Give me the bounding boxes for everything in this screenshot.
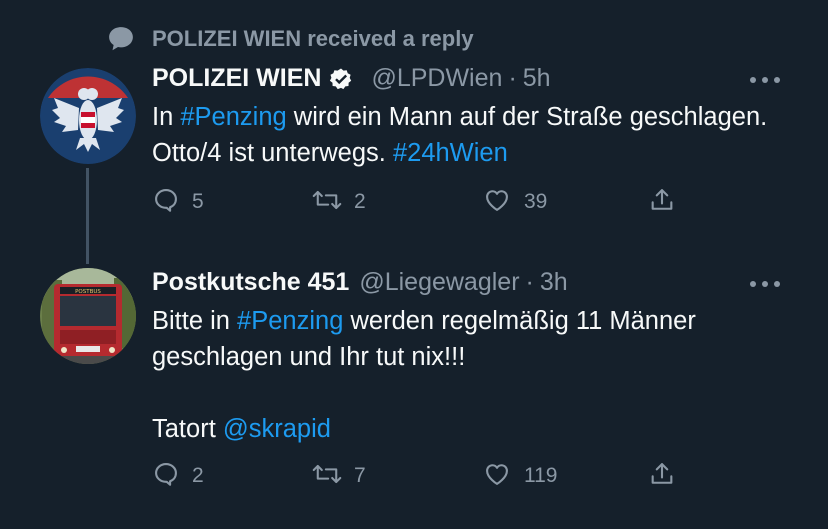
more-options-icon[interactable] <box>748 272 782 296</box>
heart-icon <box>482 460 512 493</box>
tweet-text-segment: Tatort <box>152 415 223 443</box>
reply-icon <box>152 460 180 493</box>
hashtag-link[interactable]: #Penzing <box>237 307 343 335</box>
share-button[interactable] <box>648 456 676 496</box>
tweet-text: Bitte in #Penzing werden regelmäßig 11 M… <box>152 303 752 447</box>
bus-destination-sign: POSTBUS <box>75 289 101 295</box>
tweet-header: Postkutsche 451 @Liegewagler · 3h <box>152 268 568 297</box>
separator-dot: · <box>525 268 534 296</box>
reply-count: 2 <box>192 464 204 487</box>
tweet-postkutsche[interactable]: POSTBUS Postkutsche 451 @Liegewagler · 3… <box>0 0 828 529</box>
retweet-count: 7 <box>354 464 366 487</box>
display-name[interactable]: Postkutsche 451 <box>152 268 349 297</box>
avatar-postkutsche[interactable]: POSTBUS <box>40 268 136 364</box>
tweet-paragraph: Bitte in #Penzing werden regelmäßig 11 M… <box>152 303 752 375</box>
like-count: 119 <box>524 464 558 487</box>
reply-button[interactable]: 2 <box>152 456 204 496</box>
user-handle[interactable]: @Liegewagler <box>359 268 519 297</box>
share-icon <box>648 460 676 493</box>
tweet-text-segment: Bitte in <box>152 307 238 335</box>
tweet-paragraph: Tatort @skrapid <box>152 411 752 447</box>
retweet-button[interactable]: 7 <box>312 456 366 496</box>
retweet-icon <box>312 460 342 493</box>
mention-link[interactable]: @skrapid <box>223 415 331 443</box>
tweet-actions: 2 7 119 <box>152 456 712 496</box>
like-button[interactable]: 119 <box>482 456 557 496</box>
timestamp[interactable]: 3h <box>540 268 568 297</box>
